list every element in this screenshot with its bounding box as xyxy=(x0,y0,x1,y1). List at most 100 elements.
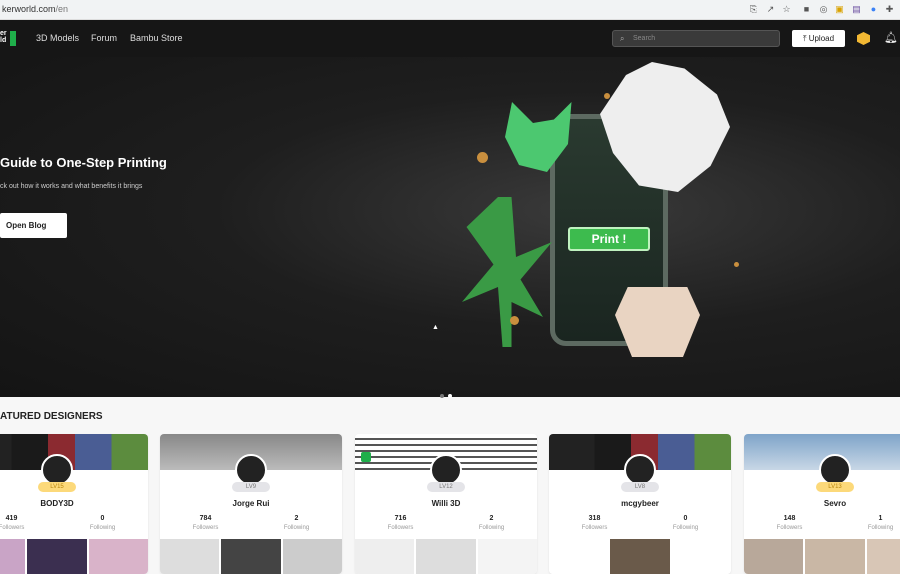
hero-banner[interactable]: Guide to One-Step Printing ck out how it… xyxy=(0,57,900,398)
hero-title: Guide to One-Step Printing xyxy=(0,155,167,170)
dog-illustration xyxy=(615,287,700,357)
browser-bar: kerworld.com/en ⎘ ↗ ☆ ■ ◎ ▣ ▤ ● ✚ xyxy=(0,0,900,20)
following-label: Following xyxy=(867,525,894,531)
upload-label: Upload xyxy=(808,34,835,43)
logo-top: er xyxy=(0,30,7,37)
share-icon[interactable]: ↗ xyxy=(765,4,776,15)
mouse-cursor: ▲ xyxy=(432,324,439,331)
hero-subtitle: ck out how it works and what benefits it… xyxy=(0,183,143,190)
designer-name[interactable]: BODY3D xyxy=(0,499,148,508)
designer-name[interactable]: Willi 3D xyxy=(355,499,537,508)
designer-name[interactable]: mcgybeer xyxy=(549,499,731,508)
section-title: ATURED DESIGNERS xyxy=(0,411,103,422)
followers-label: Followers xyxy=(192,525,219,531)
following-count: 0 xyxy=(683,515,688,522)
following-stat: 0 Following xyxy=(57,515,148,531)
print-button-illustration: Print ! xyxy=(568,227,650,251)
model-thumbnail[interactable] xyxy=(744,539,804,574)
url-path: /en xyxy=(55,4,69,14)
followers-stat: 318 Followers xyxy=(549,515,640,531)
decor-dot xyxy=(510,316,519,325)
level-badge: LV12 xyxy=(427,482,465,492)
nav-3d-models[interactable]: 3D Models xyxy=(36,33,79,43)
followers-label: Followers xyxy=(387,525,414,531)
model-thumbnail[interactable] xyxy=(477,539,537,574)
model-thumbnail[interactable] xyxy=(549,539,609,574)
carousel-dots xyxy=(440,385,456,403)
designer-name[interactable]: Jorge Rui xyxy=(160,499,342,508)
model-thumbnail[interactable] xyxy=(805,539,865,574)
model-thumbnails xyxy=(0,539,148,574)
following-stat: 1 Following xyxy=(835,515,900,531)
translate-icon[interactable]: ⎘ xyxy=(748,4,759,15)
carousel-dot[interactable] xyxy=(440,394,444,398)
level-badge: LV13 xyxy=(816,482,854,492)
extension-icon[interactable]: ● xyxy=(868,4,879,14)
model-thumbnail[interactable] xyxy=(27,539,87,574)
search-input[interactable]: ⌕ Search xyxy=(612,30,780,47)
designer-card[interactable]: LV9 Jorge Rui 784 Followers 2 Following xyxy=(160,434,342,574)
following-stat: 0 Following xyxy=(640,515,731,531)
model-thumbnail[interactable] xyxy=(160,539,220,574)
followers-label: Followers xyxy=(776,525,803,531)
followers-stat: 419 Followers xyxy=(0,515,57,531)
followers-label: Followers xyxy=(581,525,608,531)
star-icon[interactable]: ☆ xyxy=(781,4,792,15)
model-thumbnails xyxy=(355,539,537,574)
model-thumbnails xyxy=(744,539,900,574)
logo[interactable]: er ld xyxy=(0,30,7,44)
model-thumbnail[interactable] xyxy=(416,539,476,574)
extension-icon[interactable]: ▤ xyxy=(851,4,862,15)
puzzle-icon[interactable]: ✚ xyxy=(884,4,895,15)
followers-stat: 148 Followers xyxy=(744,515,835,531)
level-badge: LV15 xyxy=(38,482,76,492)
top-nav: er ld 3D Models Forum Bambu Store ⌕ Search… xyxy=(0,20,900,57)
model-thumbnail[interactable] xyxy=(671,539,731,574)
model-thumbnail[interactable] xyxy=(221,539,281,574)
followers-stat: 716 Followers xyxy=(355,515,446,531)
nav-forum[interactable]: Forum xyxy=(91,33,117,43)
following-stat: 2 Following xyxy=(251,515,342,531)
designer-card[interactable]: LV8 mcgybeer 318 Followers 0 Following xyxy=(549,434,731,574)
extension-icon[interactable]: ▣ xyxy=(834,4,845,15)
following-label: Following xyxy=(89,525,116,531)
decor-dot xyxy=(734,262,739,267)
followers-count: 784 xyxy=(199,515,212,522)
followers-count: 419 xyxy=(5,515,18,522)
model-thumbnail[interactable] xyxy=(866,539,900,574)
followers-count: 318 xyxy=(588,515,601,522)
following-label: Following xyxy=(283,525,310,531)
points-icon[interactable] xyxy=(857,32,870,45)
designer-card[interactable]: LV12 Willi 3D 716 Followers 2 Following xyxy=(355,434,537,574)
extension-icon[interactable]: ■ xyxy=(801,4,812,14)
following-count: 1 xyxy=(878,515,883,522)
designer-name[interactable]: Sevro xyxy=(744,499,900,508)
followers-count: 148 xyxy=(783,515,796,522)
following-count: 0 xyxy=(100,515,105,522)
open-blog-button[interactable]: Open Blog xyxy=(0,213,67,238)
following-count: 2 xyxy=(489,515,494,522)
designer-card[interactable]: LV15 BODY3D 419 Followers 0 Following xyxy=(0,434,148,574)
badge-icon xyxy=(361,452,371,462)
designer-card[interactable]: LV13 Sevro 148 Followers 1 Following xyxy=(744,434,900,574)
carousel-dot-active[interactable] xyxy=(448,394,452,398)
extension-icon[interactable]: ◎ xyxy=(818,4,829,15)
level-badge: LV8 xyxy=(621,482,659,492)
model-thumbnail[interactable] xyxy=(610,539,670,574)
model-thumbnail[interactable] xyxy=(355,539,415,574)
nav-bambu-store[interactable]: Bambu Store xyxy=(130,33,183,43)
model-thumbnails xyxy=(160,539,342,574)
upload-button[interactable]: ⤒ Upload xyxy=(792,30,845,47)
bamboo-illustration xyxy=(462,197,552,347)
model-thumbnail[interactable] xyxy=(282,539,342,574)
address-bar[interactable]: kerworld.com/en xyxy=(2,4,68,14)
model-thumbnail[interactable] xyxy=(88,539,148,574)
followers-stat: 784 Followers xyxy=(160,515,251,531)
following-count: 2 xyxy=(294,515,299,522)
followers-label: Followers xyxy=(0,525,25,531)
model-thumbnail[interactable] xyxy=(0,539,26,574)
level-badge: LV9 xyxy=(232,482,270,492)
followers-count: 716 xyxy=(394,515,407,522)
following-label: Following xyxy=(672,525,699,531)
bell-icon[interactable]: 🔔︎ xyxy=(884,31,898,44)
